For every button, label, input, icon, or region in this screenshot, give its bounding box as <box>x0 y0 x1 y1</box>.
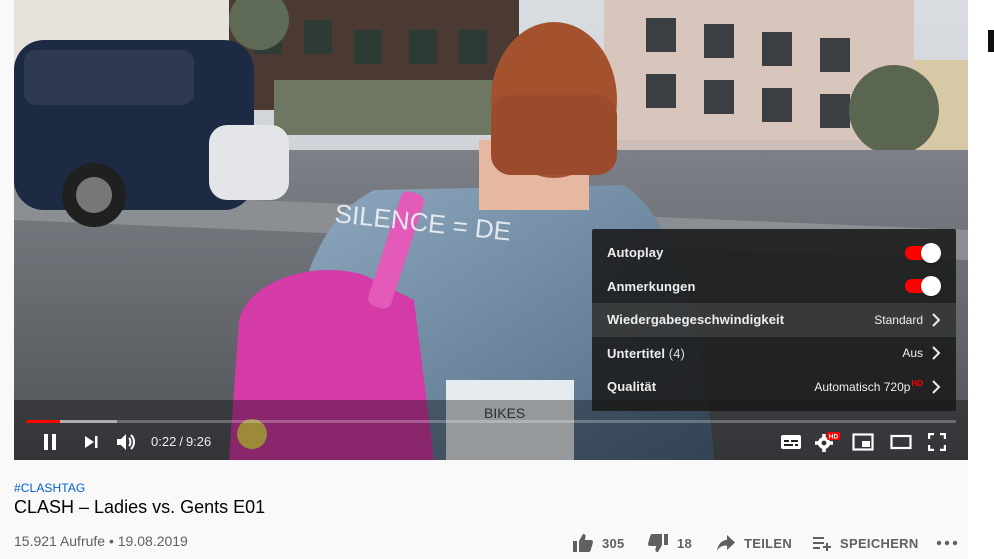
playback-speed-value: Standard <box>874 312 923 327</box>
current-time: 0:22 <box>151 434 177 449</box>
playlist-add-icon <box>813 537 831 551</box>
quality-row[interactable]: Qualität Automatisch 720pHD <box>592 370 956 404</box>
subtitles-button[interactable] <box>776 428 806 456</box>
share-icon <box>717 535 735 551</box>
edge-mark <box>988 30 994 52</box>
pause-icon <box>44 434 56 450</box>
right-edge <box>968 0 994 559</box>
save-label: SPEICHERN <box>840 535 919 551</box>
toggle-knob <box>921 242 941 263</box>
subtitles-label: Untertitel (4) <box>607 346 902 361</box>
dislike-button[interactable]: 18 <box>647 528 692 558</box>
volume-icon <box>117 434 135 450</box>
like-count: 305 <box>602 535 625 551</box>
autoplay-label: Autoplay <box>607 245 664 261</box>
settings-hd-badge: HD <box>829 434 839 441</box>
time-separator: / <box>179 434 183 449</box>
progress-bar[interactable] <box>26 420 956 423</box>
subtitles-icon <box>781 435 801 449</box>
fullscreen-icon <box>928 433 946 451</box>
control-bar: 0:22/9:26 HD <box>14 424 968 460</box>
quality-value-text: Automatisch 720p <box>814 380 911 395</box>
miniplayer-button[interactable] <box>848 428 878 456</box>
fullscreen-button[interactable] <box>922 428 952 456</box>
share-label: TEILEN <box>744 535 793 551</box>
subtitles-count: (4) <box>668 345 685 361</box>
save-button[interactable]: SPEICHERN <box>812 528 919 558</box>
subtitles-row[interactable]: Untertitel (4) Aus <box>592 337 956 371</box>
theater-button[interactable] <box>886 428 916 456</box>
more-actions-button[interactable] <box>936 528 958 558</box>
subtitles-label-text: Untertitel <box>607 345 666 361</box>
action-bar: 305 18 TEILEN SPEICHERN <box>0 528 968 558</box>
quality-value: Automatisch 720pHD <box>814 379 923 394</box>
volume-button[interactable] <box>111 428 141 456</box>
settings-icon: HD <box>815 432 840 452</box>
toggle-knob <box>921 276 941 297</box>
annotations-toggle[interactable] <box>905 276 941 297</box>
more-horizontal-icon <box>936 540 958 546</box>
settings-menu: Autoplay Anmerkungen Wiedergabegeschwind… <box>592 229 956 411</box>
theater-icon <box>890 434 912 450</box>
autoplay-toggle[interactable] <box>905 242 941 263</box>
hd-badge: HD <box>911 379 923 389</box>
chevron-right-icon <box>931 346 941 360</box>
thumbs-down-icon <box>647 534 668 552</box>
annotations-label: Anmerkungen <box>607 278 696 294</box>
share-button[interactable]: TEILEN <box>716 528 792 558</box>
video-title: CLASH – Ladies vs. Gents E01 <box>14 497 266 517</box>
next-button[interactable] <box>76 428 106 456</box>
subtitles-value: Aus <box>902 346 923 361</box>
next-icon <box>85 436 98 448</box>
quality-label: Qualität <box>607 379 657 395</box>
thumbs-up-icon <box>573 534 594 552</box>
miniplayer-icon <box>852 433 874 451</box>
chevron-right-icon <box>931 313 941 327</box>
autoplay-row[interactable]: Autoplay <box>592 236 956 270</box>
playback-speed-label: Wiedergabegeschwindigkeit <box>607 312 785 328</box>
like-button[interactable]: 305 <box>572 528 625 558</box>
chevron-right-icon <box>931 380 941 394</box>
dislike-count: 18 <box>677 535 693 551</box>
watch-page: SILENCE = DE BIKES Autoplay Anmerkungen … <box>0 0 994 559</box>
settings-button[interactable]: HD <box>812 428 842 456</box>
duration: 9:26 <box>185 434 212 449</box>
hashtag-link[interactable]: #CLASHTAG <box>14 481 85 495</box>
time-display: 0:22/9:26 <box>151 434 211 449</box>
annotations-row[interactable]: Anmerkungen <box>592 270 956 304</box>
played-bar <box>26 420 61 423</box>
playback-speed-row[interactable]: Wiedergabegeschwindigkeit Standard <box>592 303 956 337</box>
pause-button[interactable] <box>35 428 65 456</box>
video-player[interactable]: SILENCE = DE BIKES Autoplay Anmerkungen … <box>14 0 968 460</box>
